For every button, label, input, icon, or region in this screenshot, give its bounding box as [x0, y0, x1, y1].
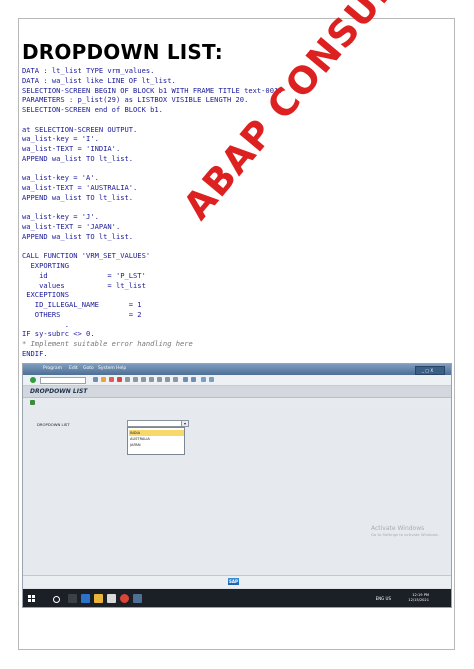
code-line: APPEND wa_list TO lt_list.	[22, 231, 134, 241]
page-heading: DROPDOWN LIST:	[22, 40, 223, 64]
field-label: DROPDOWN LIST	[37, 422, 70, 427]
taskbar-language[interactable]: ENG US	[376, 596, 391, 601]
store-icon[interactable]	[107, 594, 116, 603]
find-icon[interactable]	[133, 377, 138, 382]
command-field[interactable]	[40, 377, 86, 384]
code-line: IF sy-subrc <> 0.	[22, 329, 95, 339]
code-line: * Implement suitable error handling here	[22, 339, 193, 348]
code-line: SELECTION-SCREEN end of BLOCK b1.	[22, 105, 163, 114]
sap-screenshot: Program Edit Goto System Help _ □ X DROP…	[22, 363, 452, 608]
last-page-icon[interactable]	[173, 377, 178, 382]
code-line: wa_list-TEXT = 'JAPAN'.	[22, 222, 121, 231]
code-line: DATA : wa_list like LINE OF lt_list.	[22, 75, 176, 85]
menu-goto[interactable]: Goto	[83, 366, 94, 371]
prev-page-icon[interactable]	[157, 377, 162, 382]
code-line: wa_list-key = 'J'.	[22, 212, 99, 222]
search-icon[interactable]	[53, 596, 60, 603]
dropdown-option-japan[interactable]: JAPAN	[129, 442, 184, 448]
menu-edit[interactable]: Edit	[69, 366, 78, 371]
sap-statusbar: SAP	[23, 575, 451, 588]
help-icon[interactable]	[201, 377, 206, 382]
back-icon[interactable]	[101, 377, 106, 382]
next-page-icon[interactable]	[165, 377, 170, 382]
sap-logon-icon[interactable]	[133, 594, 142, 603]
task-view-icon[interactable]	[68, 594, 77, 603]
selection-screen: DROPDOWN LIST ▾ INDIA AUSTRALIA JAPAN Ac…	[23, 407, 451, 575]
window-controls[interactable]: _ □ X	[415, 366, 445, 375]
layout-menu-icon[interactable]	[209, 377, 214, 382]
code-line: ID_ILLEGAL_NAME = 1	[22, 300, 142, 309]
edge-icon[interactable]	[81, 594, 90, 603]
code-line: values = lt_list	[22, 280, 146, 290]
code-line: OTHERS = 2	[22, 309, 142, 319]
menu-help[interactable]: Help	[116, 366, 126, 371]
code-line: EXPORTING	[22, 261, 69, 270]
new-session-icon[interactable]	[183, 377, 188, 382]
sap-titlebar: DROPDOWN LIST	[23, 386, 451, 398]
file-explorer-icon[interactable]	[94, 594, 103, 603]
code-line: PARAMETERS : p_list(29) as LISTBOX VISIB…	[22, 95, 249, 105]
code-line: .	[22, 319, 69, 329]
code-line: id = 'P_LST'	[22, 270, 146, 280]
dropdown-list: INDIA AUSTRALIA JAPAN	[127, 427, 185, 455]
find-next-icon[interactable]	[141, 377, 146, 382]
menu-system[interactable]: System	[98, 366, 115, 371]
code-line: DATA : lt_list TYPE vrm_values.	[22, 66, 155, 75]
screen-title: DROPDOWN LIST	[30, 388, 88, 395]
taskbar-clock[interactable]: 12:19 PM 12/15/2021	[408, 593, 429, 603]
sap-menubar: Program Edit Goto System Help _ □ X	[23, 364, 451, 375]
exit-icon[interactable]	[109, 377, 114, 382]
chrome-icon[interactable]	[120, 594, 129, 603]
application-toolbar	[23, 398, 451, 407]
abap-code-block: DATA : lt_list TYPE vrm_values. DATA : wa…	[22, 66, 442, 359]
sap-logo: SAP	[228, 578, 239, 585]
shortcut-icon[interactable]	[191, 377, 196, 382]
print-icon[interactable]	[125, 377, 130, 382]
code-line: ENDIF.	[22, 348, 48, 358]
enter-check-icon[interactable]	[30, 377, 36, 383]
chevron-down-icon[interactable]: ▾	[181, 421, 188, 426]
windows-start-icon[interactable]	[28, 595, 35, 602]
sap-toolbar	[23, 375, 451, 386]
windows-taskbar: ENG US 12:19 PM 12/15/2021	[23, 589, 451, 607]
save-icon[interactable]	[93, 377, 98, 382]
menu-program[interactable]: Program	[43, 366, 62, 371]
code-line: SELECTION-SCREEN BEGIN OF BLOCK b1 WITH …	[22, 85, 283, 95]
dropdown-field[interactable]: ▾	[127, 420, 189, 427]
execute-icon[interactable]	[30, 400, 35, 405]
cancel-icon[interactable]	[117, 377, 122, 382]
code-line: CALL FUNCTION 'VRM_SET_VALUES'	[22, 251, 151, 261]
first-page-icon[interactable]	[149, 377, 154, 382]
activation-notice: Activate Windows Go to Settings to activ…	[370, 525, 439, 537]
code-line: EXCEPTIONS	[22, 290, 69, 300]
